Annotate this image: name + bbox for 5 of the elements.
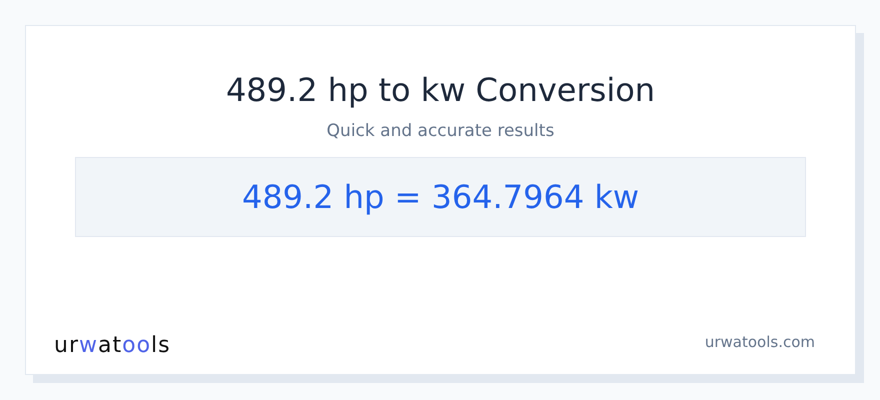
conversion-result: 489.2 hp = 364.7964 kw (242, 178, 640, 216)
logo: urwatools (54, 332, 171, 360)
subtitle: Quick and accurate results (326, 120, 554, 143)
page-title: 489.2 hp to kw Conversion (226, 70, 656, 111)
site-link[interactable]: urwatools.com (704, 330, 815, 354)
